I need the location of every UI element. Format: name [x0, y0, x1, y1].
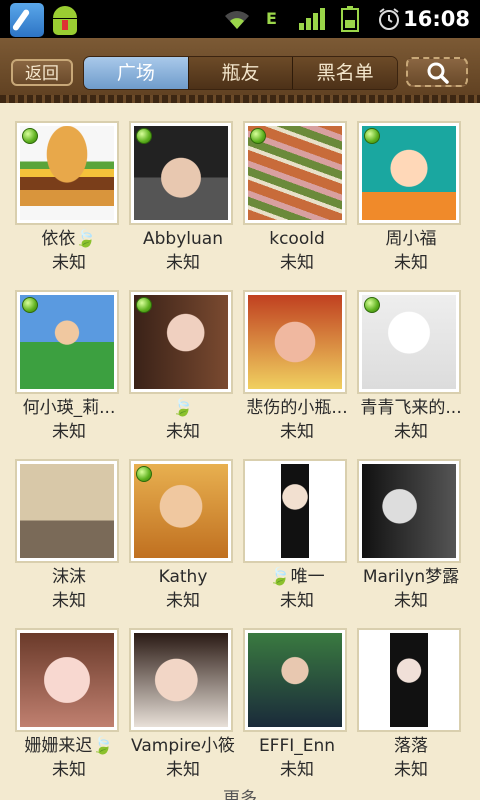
signal-icon — [299, 8, 325, 30]
top-bar-trim — [0, 95, 480, 103]
user-status: 未知 — [280, 422, 314, 442]
user-card[interactable]: Vampire小筱 未知 — [128, 619, 242, 788]
avatar[interactable] — [15, 121, 119, 225]
avatar[interactable] — [243, 628, 347, 732]
user-name: 何小瑛_莉... — [22, 398, 116, 418]
avatar[interactable] — [357, 121, 461, 225]
footer-peek: 更多 — [223, 789, 257, 800]
user-name: 周小福 — [385, 229, 437, 249]
search-icon — [427, 62, 449, 84]
user-name: Abbyluan — [143, 229, 223, 249]
avatar[interactable] — [129, 121, 233, 225]
battery-icon — [341, 6, 359, 32]
avatar-image — [362, 633, 456, 727]
android-notification-icon — [48, 3, 82, 37]
avatar-image — [134, 633, 228, 727]
tab-bottle-friends[interactable]: 瓶友 — [187, 57, 293, 89]
online-indicator-icon — [364, 297, 380, 313]
online-indicator-icon — [136, 466, 152, 482]
user-status: 未知 — [394, 591, 428, 611]
user-card[interactable]: 姗姗来迟🍃 未知 — [14, 619, 128, 788]
user-name: 依依🍃 — [41, 229, 97, 249]
tab-square[interactable]: 广场 — [84, 57, 188, 89]
avatar[interactable] — [15, 628, 119, 732]
avatar[interactable] — [243, 290, 347, 394]
wifi-icon — [225, 11, 249, 29]
user-card[interactable]: 🍃 未知 — [128, 281, 242, 450]
user-status: 未知 — [280, 760, 314, 780]
notification-app-icon — [10, 3, 44, 37]
user-status: 未知 — [280, 253, 314, 273]
online-indicator-icon — [250, 128, 266, 144]
user-card[interactable]: 沫沫 未知 — [14, 450, 128, 619]
alarm-icon — [379, 8, 399, 30]
avatar-image — [248, 633, 342, 727]
avatar[interactable] — [129, 459, 233, 563]
avatar[interactable] — [129, 628, 233, 732]
user-name: kcoold — [269, 229, 325, 249]
user-name: 悲伤的小瓶... — [246, 398, 348, 418]
avatar[interactable] — [357, 628, 461, 732]
online-indicator-icon — [22, 297, 38, 313]
user-status: 未知 — [52, 253, 86, 273]
user-name: Marilyn梦露 — [362, 567, 460, 587]
user-name: Vampire小筱 — [131, 736, 235, 756]
user-name: EFFI_Enn — [258, 736, 336, 756]
user-card[interactable]: 落落 未知 — [356, 619, 470, 788]
avatar[interactable] — [15, 290, 119, 394]
user-card[interactable]: 🍃唯一未知 — [242, 450, 356, 619]
clock: 16:08 — [403, 7, 470, 31]
avatar-image — [20, 633, 114, 727]
network-type-icon: E — [266, 9, 277, 28]
user-card[interactable]: 悲伤的小瓶... 未知 — [242, 281, 356, 450]
avatar[interactable] — [243, 121, 347, 225]
avatar[interactable] — [243, 459, 347, 563]
user-status: 未知 — [166, 591, 200, 611]
status-bar: E 16:08 — [0, 0, 480, 38]
user-card[interactable]: 周小福 未知 — [356, 112, 470, 281]
user-status: 未知 — [394, 760, 428, 780]
user-status: 未知 — [52, 591, 86, 611]
user-status: 未知 — [394, 422, 428, 442]
back-button[interactable]: 返回 — [11, 59, 73, 86]
user-status: 未知 — [52, 760, 86, 780]
user-status: 未知 — [52, 422, 86, 442]
avatar[interactable] — [15, 459, 119, 563]
user-name: 落落 — [394, 736, 428, 756]
avatar-image — [248, 464, 342, 558]
user-name: 沫沫 — [52, 567, 86, 587]
user-card[interactable]: Abbyluan 未知 — [128, 112, 242, 281]
user-card[interactable]: 何小瑛_莉... 未知 — [14, 281, 128, 450]
user-name: 🍃唯一 — [269, 567, 325, 587]
user-card[interactable]: kcoold 未知 — [242, 112, 356, 281]
online-indicator-icon — [136, 297, 152, 313]
tab-blacklist[interactable]: 黑名单 — [292, 57, 397, 89]
user-card[interactable]: EFFI_Enn 未知 — [242, 619, 356, 788]
user-status: 未知 — [280, 591, 314, 611]
user-name: 姗姗来迟🍃 — [24, 736, 114, 756]
user-card[interactable]: Marilyn梦露 未知 — [356, 450, 470, 619]
avatar[interactable] — [357, 459, 461, 563]
avatar-image — [362, 464, 456, 558]
user-name: 青青飞来的... — [360, 398, 462, 418]
user-grid: 依依🍃 未知 Abbyluan 未知 kcoold 未知 周小福 未知 何小瑛_莉... 未知 🍃 未… — [0, 112, 480, 800]
search-button[interactable] — [406, 57, 468, 87]
user-status: 未知 — [166, 422, 200, 442]
user-status: 未知 — [394, 253, 428, 273]
online-indicator-icon — [364, 128, 380, 144]
avatar-image — [20, 464, 114, 558]
online-indicator-icon — [136, 128, 152, 144]
avatar-image — [248, 295, 342, 389]
user-status: 未知 — [166, 760, 200, 780]
user-name: Kathy — [158, 567, 208, 587]
avatar[interactable] — [357, 290, 461, 394]
online-indicator-icon — [22, 128, 38, 144]
tab-bar: 广场 瓶友 黑名单 — [83, 56, 398, 90]
user-card[interactable]: Kathy 未知 — [128, 450, 242, 619]
user-status: 未知 — [166, 253, 200, 273]
user-name: 🍃 — [172, 398, 194, 418]
user-card[interactable]: 依依🍃 未知 — [14, 112, 128, 281]
avatar[interactable] — [129, 290, 233, 394]
user-card[interactable]: 青青飞来的... 未知 — [356, 281, 470, 450]
